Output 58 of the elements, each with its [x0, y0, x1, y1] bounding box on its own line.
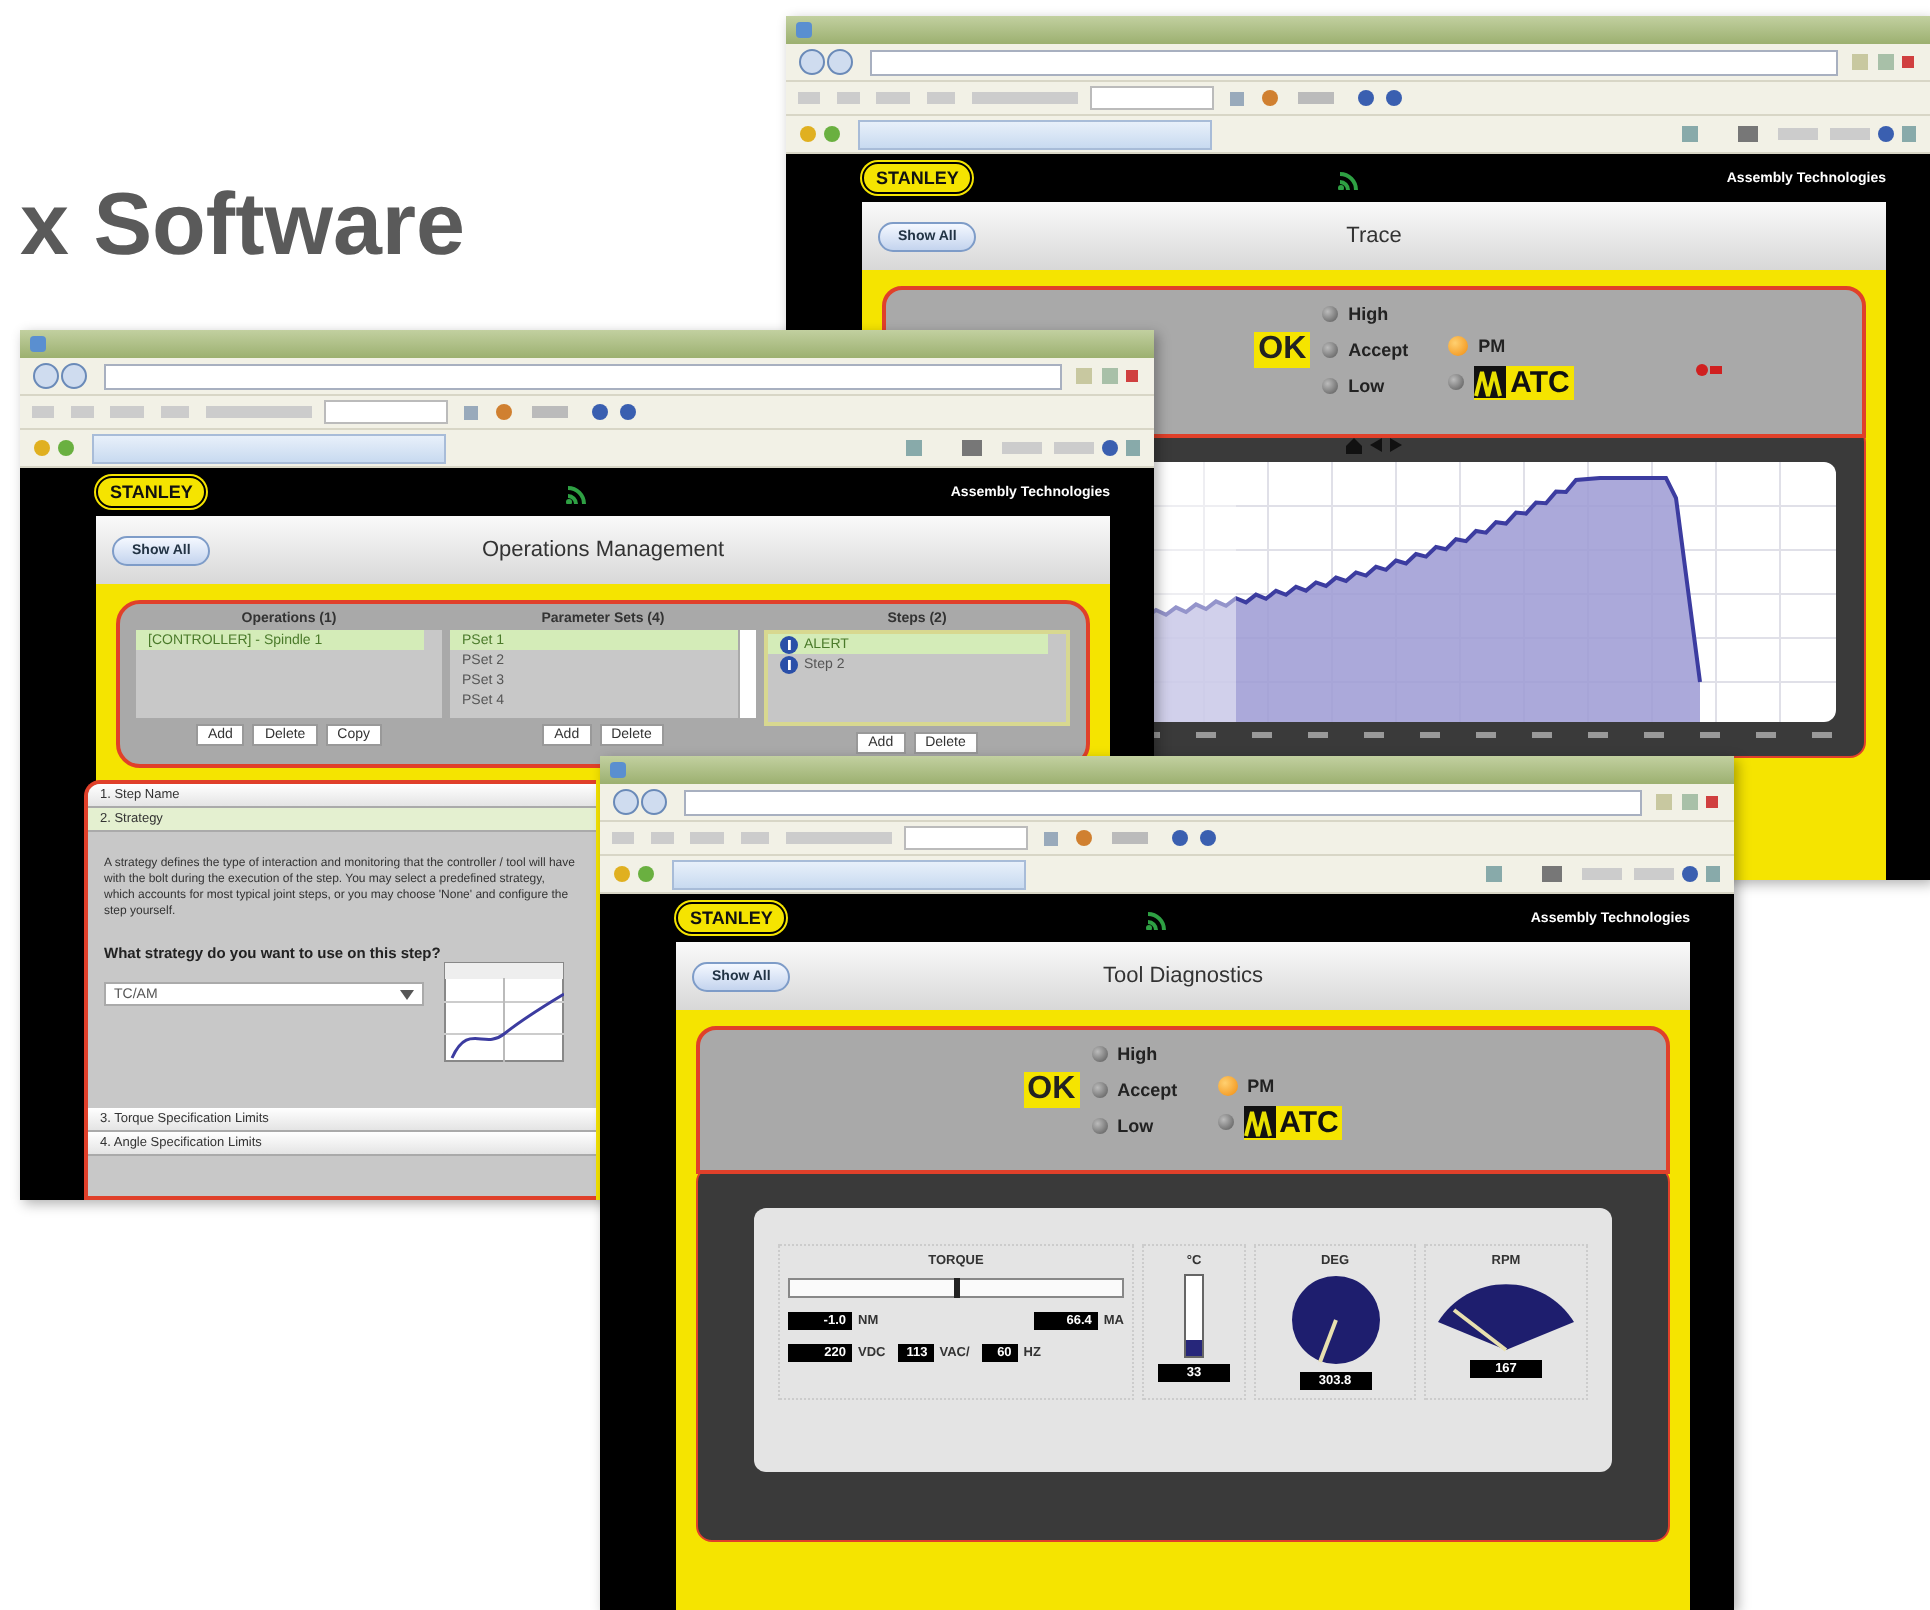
- mode-label: PM: [1478, 336, 1506, 356]
- favorites-icon[interactable]: [798, 124, 846, 144]
- refresh-stop-icon[interactable]: [1074, 366, 1142, 386]
- right-arrow-icon[interactable]: [1388, 436, 1404, 454]
- browser-icon: [608, 760, 628, 780]
- command-bar-icon[interactable]: [1678, 124, 1918, 144]
- search-field[interactable]: [1090, 86, 1214, 110]
- browser-tab[interactable]: [672, 859, 1026, 889]
- waveform-icon: [1243, 1106, 1276, 1138]
- search-field[interactable]: [904, 826, 1028, 850]
- mode-label: ATC: [1277, 1105, 1341, 1139]
- address-field[interactable]: [684, 789, 1642, 815]
- toolbar-icon[interactable]: [460, 402, 640, 422]
- caret-icon: [400, 989, 414, 999]
- mode-label: PM: [1247, 1076, 1275, 1096]
- browser-tab[interactable]: [858, 119, 1212, 149]
- page-title: Trace: [1346, 224, 1402, 248]
- result-indicator: OK: [1254, 332, 1311, 368]
- back-forward-icon[interactable]: [612, 788, 672, 816]
- status-label: High: [1348, 304, 1389, 324]
- strategy-graph-drawing: [444, 962, 564, 1062]
- back-forward-icon[interactable]: [32, 362, 92, 390]
- command-bar-icon[interactable]: [902, 438, 1142, 458]
- info-icon: [780, 635, 798, 653]
- info-icon: [780, 655, 798, 673]
- toolbar-icon[interactable]: [1226, 88, 1406, 108]
- brand-logo: STANLEY: [862, 162, 973, 194]
- status-label: Accept: [1348, 340, 1409, 360]
- mode-label: ATC: [1508, 365, 1572, 399]
- status-label: Low: [1117, 1116, 1154, 1136]
- toolbar-icon[interactable]: [1040, 828, 1220, 848]
- wifi-icon: [1335, 166, 1364, 190]
- left-arrow-icon[interactable]: [1368, 436, 1384, 454]
- address-field[interactable]: [104, 363, 1062, 389]
- browser-icon: [28, 334, 48, 354]
- record-icon: [1694, 362, 1722, 378]
- status-label: Low: [1348, 376, 1385, 396]
- result-indicator: OK: [1023, 1072, 1080, 1108]
- angle-dial-drawing: [1289, 1274, 1381, 1366]
- browser-icon: [794, 20, 814, 40]
- address-field[interactable]: [870, 49, 1838, 75]
- brand-logo: STANLEY: [676, 902, 787, 934]
- waveform-icon: [1474, 366, 1507, 398]
- brand-logo: STANLEY: [96, 476, 207, 508]
- refresh-stop-icon[interactable]: [1850, 52, 1918, 72]
- browser-tab[interactable]: [92, 433, 446, 463]
- search-field[interactable]: [324, 400, 448, 424]
- favorites-icon[interactable]: [612, 864, 660, 884]
- command-bar-icon[interactable]: [1482, 864, 1722, 884]
- page-title: Tool Diagnostics: [1102, 964, 1264, 988]
- scrollbar[interactable]: [738, 630, 756, 718]
- page-title: Operations Management: [481, 538, 725, 562]
- favorites-icon[interactable]: [32, 438, 80, 458]
- refresh-stop-icon[interactable]: [1654, 792, 1722, 812]
- back-forward-icon[interactable]: [798, 48, 858, 76]
- status-label: High: [1117, 1044, 1158, 1064]
- page-heading: x Software: [20, 176, 466, 276]
- status-label: Accept: [1117, 1080, 1178, 1100]
